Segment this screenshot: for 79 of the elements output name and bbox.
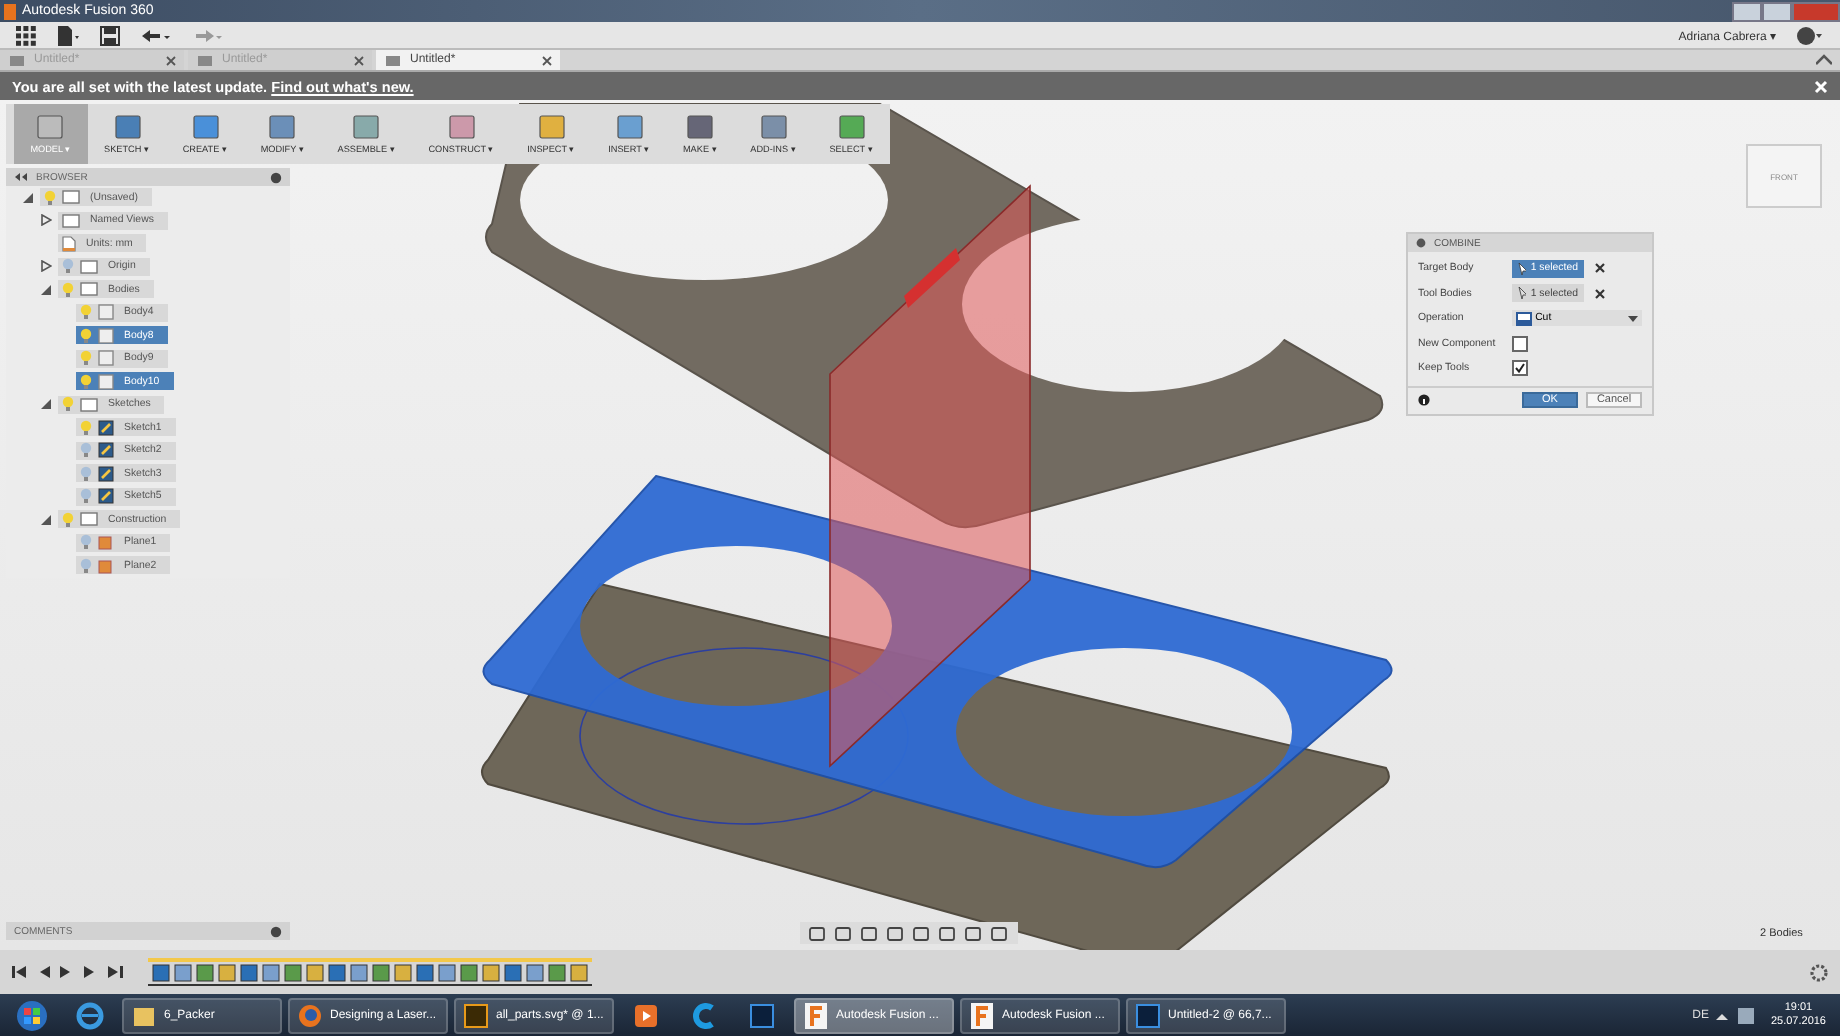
app-logo-icon <box>4 3 16 19</box>
tool-icon <box>759 114 788 140</box>
collapse-icon[interactable] <box>14 172 28 182</box>
folder-icon <box>132 1003 156 1027</box>
document-icon <box>196 53 214 67</box>
close-icon[interactable] <box>542 55 552 65</box>
document-icon <box>8 53 26 67</box>
grid-menu-icon[interactable] <box>16 25 36 45</box>
globe-icon <box>298 1003 322 1027</box>
caret-icon <box>1628 315 1638 322</box>
lightbulb-icon[interactable] <box>80 488 92 505</box>
pin-icon[interactable] <box>270 171 282 183</box>
lightbulb-icon[interactable] <box>80 442 92 459</box>
expand-toggle-icon[interactable] <box>40 214 52 227</box>
windows-logo-icon <box>16 999 48 1031</box>
lightbulb-icon[interactable] <box>80 534 92 551</box>
lightbulb-icon[interactable] <box>62 511 74 528</box>
sketch-icon <box>98 488 114 505</box>
expand-toggle-icon[interactable] <box>40 513 52 526</box>
close-icon[interactable] <box>354 55 364 65</box>
expand-toggle-icon[interactable] <box>40 260 52 273</box>
minimize-button[interactable] <box>1732 1 1762 21</box>
play-icon <box>634 1003 658 1027</box>
checkmark-icon <box>1514 362 1526 375</box>
checkbox[interactable] <box>1512 335 1528 352</box>
save-icon[interactable] <box>100 25 120 45</box>
sketch-icon <box>98 442 114 459</box>
pin-icon[interactable] <box>270 925 282 937</box>
checkbox[interactable] <box>1512 360 1528 377</box>
undo-icon[interactable] <box>140 25 172 45</box>
folder-icon <box>80 512 98 527</box>
clear-icon[interactable] <box>1594 287 1606 300</box>
lightbulb-icon[interactable] <box>80 373 92 390</box>
lightbulb-icon[interactable] <box>62 258 74 275</box>
settings-icon[interactable] <box>1810 963 1828 981</box>
sketch-icon <box>98 465 114 482</box>
tool-icon <box>352 114 381 140</box>
lightbulb-icon[interactable] <box>62 396 74 413</box>
expand-toggle-icon[interactable] <box>22 191 34 204</box>
tool-icon <box>837 114 866 140</box>
tool-icon <box>191 114 220 140</box>
clear-icon[interactable] <box>1594 262 1606 275</box>
expand-toggle-icon[interactable] <box>40 398 52 411</box>
tool-icon <box>268 114 297 140</box>
tool-icon <box>537 114 566 140</box>
f-logo-icon <box>970 1001 994 1029</box>
maximize-button[interactable] <box>1762 1 1792 21</box>
folder-icon <box>80 397 98 412</box>
file-icon[interactable] <box>56 25 80 45</box>
lightbulb-icon[interactable] <box>80 327 92 344</box>
gear-icon <box>1416 238 1426 248</box>
lightbulb-icon[interactable] <box>62 281 74 298</box>
lightbulb-icon[interactable] <box>44 189 56 206</box>
help-icon[interactable] <box>1796 25 1824 45</box>
lightbulb-icon[interactable] <box>80 350 92 367</box>
tool-icon <box>447 114 476 140</box>
lightbulb-icon[interactable] <box>80 465 92 482</box>
tool-icon <box>36 114 65 140</box>
f-logo-icon <box>804 1001 828 1029</box>
cut-icon <box>1515 311 1532 326</box>
network-icon[interactable] <box>1736 1005 1757 1025</box>
app-icon <box>464 1003 488 1027</box>
app-icon <box>1136 1003 1160 1027</box>
app-icon <box>750 1003 774 1027</box>
tool-icon <box>113 114 141 140</box>
document-icon <box>384 53 402 67</box>
collapse-icon[interactable] <box>1816 54 1832 66</box>
info-icon[interactable] <box>1418 394 1430 406</box>
sketch-icon <box>98 419 114 436</box>
lightbulb-icon[interactable] <box>80 419 92 436</box>
expand-toggle-icon[interactable] <box>40 283 52 296</box>
lightbulb-icon[interactable] <box>80 557 92 574</box>
lightbulb-icon[interactable] <box>80 304 92 321</box>
document-icon <box>62 235 76 252</box>
tool-icon <box>686 114 715 140</box>
tool-icon <box>615 114 644 140</box>
browser-e-icon <box>76 1001 104 1029</box>
c-logo-icon <box>692 1001 716 1029</box>
close-icon[interactable] <box>166 55 176 65</box>
